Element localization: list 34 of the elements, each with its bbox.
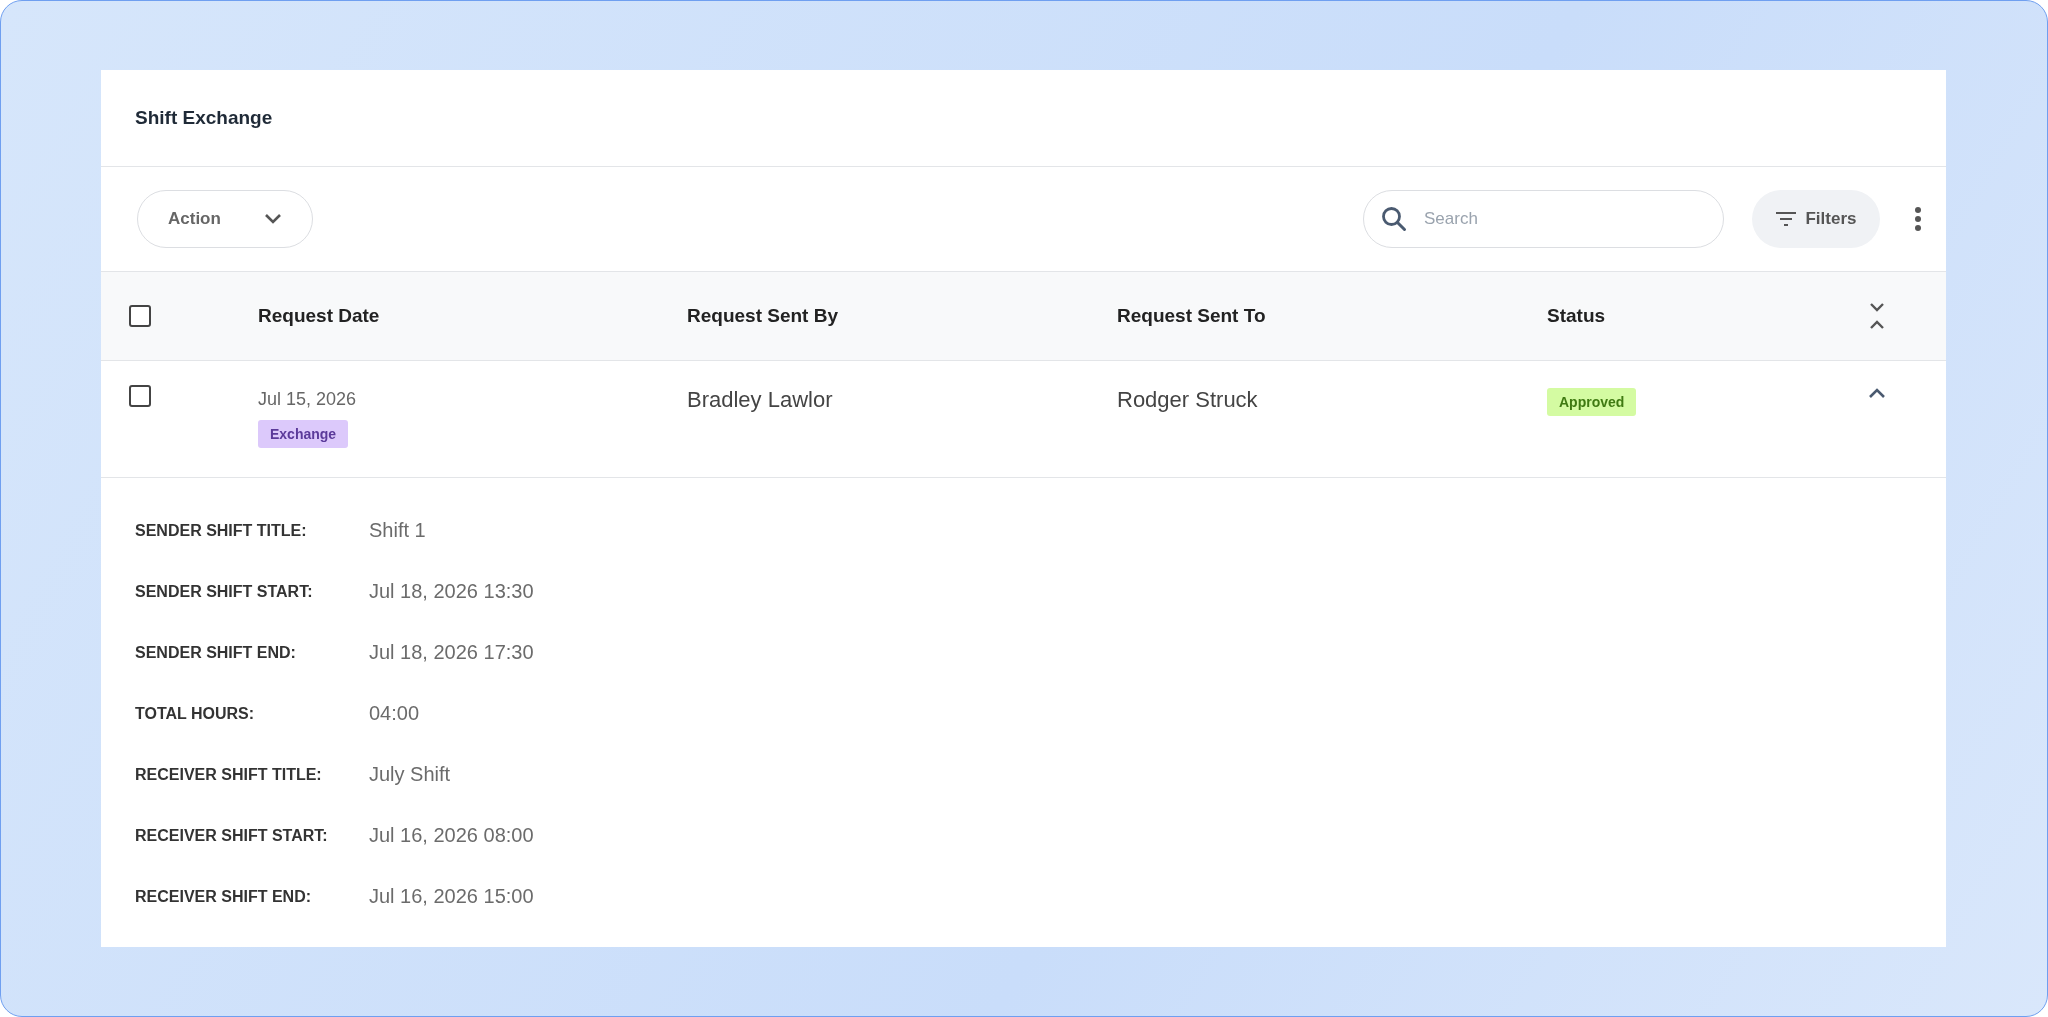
column-header: Request Date [258, 305, 381, 327]
detail-label: RECEIVER SHIFT TITLE: [135, 765, 322, 784]
more-icon [1914, 206, 1922, 232]
sender-name: Bradley Lawlor [687, 386, 834, 413]
detail-value: 04:00 [369, 702, 420, 725]
column-header: Status [1547, 305, 1607, 327]
column-header: Request Sent By [687, 305, 839, 327]
status-tag: Approved [1547, 388, 1637, 416]
detail-label: SENDER SHIFT END: [135, 643, 296, 662]
detail-value: Jul 18, 2026 13:30 [369, 580, 534, 603]
panel-title: Shift Exchange [135, 107, 273, 129]
detail-value: Jul 16, 2026 15:00 [369, 885, 534, 908]
action-dropdown[interactable]: Action [137, 190, 313, 248]
checkbox[interactable] [129, 305, 151, 327]
detail-label: RECEIVER SHIFT START: [135, 826, 328, 845]
collapse-all-icon [1868, 302, 1885, 330]
detail-value: Shift 1 [369, 519, 426, 542]
filters-button[interactable]: Filters [1752, 190, 1880, 248]
chevron-up-icon [1867, 387, 1886, 399]
detail-label: RECEIVER SHIFT END: [135, 887, 311, 906]
type-tag: Exchange [258, 420, 349, 448]
search-field[interactable]: Search [1363, 190, 1724, 248]
detail-label: TOTAL HOURS: [135, 704, 255, 723]
detail-label: SENDER SHIFT TITLE: [135, 521, 307, 540]
receiver-name: Rodger Struck [1117, 386, 1259, 413]
chevron-down-icon [264, 213, 282, 225]
request-date: Jul 15, 2026 [258, 389, 357, 410]
detail-value: July Shift [369, 763, 451, 786]
filter-icon [1775, 211, 1798, 227]
detail-label: SENDER SHIFT START: [135, 582, 313, 601]
detail-value: Jul 18, 2026 17:30 [369, 641, 534, 664]
detail-value: Jul 16, 2026 08:00 [369, 824, 534, 847]
checkbox[interactable] [129, 385, 151, 407]
column-header: Request Sent To [1117, 305, 1267, 327]
